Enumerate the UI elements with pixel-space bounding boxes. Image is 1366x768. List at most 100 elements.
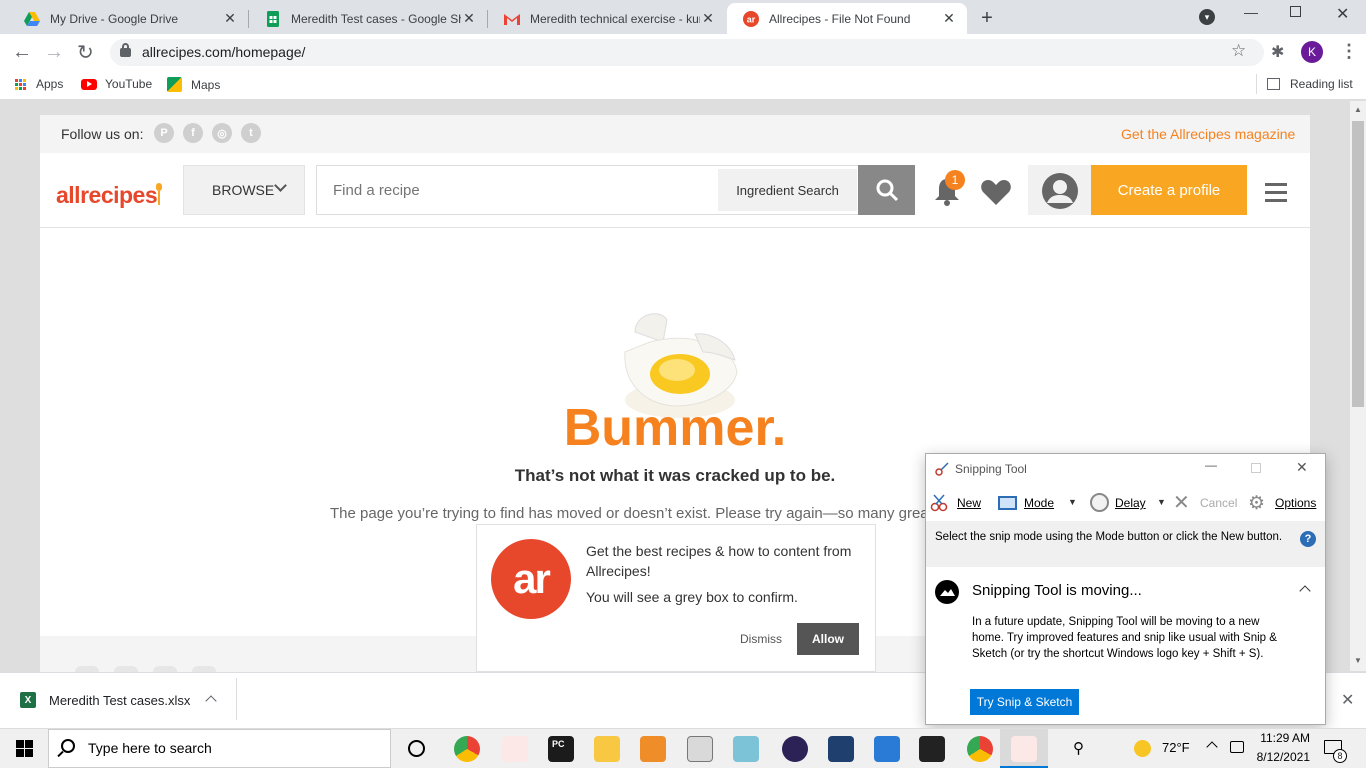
url-text[interactable]: allrecipes.com/homepage/ [142,44,305,60]
mode-icon [998,496,1017,510]
snipping-tool-icon [935,462,949,476]
page-scrollbar[interactable]: ▲ ▼ [1350,101,1366,671]
youtube-icon [81,78,97,90]
allrecipes-favicon-icon: ar [743,10,759,27]
calculator-icon[interactable] [687,736,713,762]
tab-title: Allrecipes - File Not Found [769,11,911,26]
file-explorer-icon[interactable] [594,736,620,762]
scroll-down-icon[interactable]: ▼ [1354,656,1362,665]
allrecipes-ar-logo: ar [491,539,571,619]
clock-time[interactable]: 11:29 AM [1254,731,1310,745]
close-tab-icon[interactable]: ✕ [700,10,716,27]
reading-list-button[interactable]: Reading list [1267,77,1353,91]
new-snip-icon [930,494,948,512]
terminal-icon[interactable] [919,736,945,762]
google-sheets-icon [265,10,281,27]
cortana-icon[interactable] [408,740,425,757]
close-download-bar-icon[interactable]: ✕ [1341,690,1354,710]
mode-dropdown-icon[interactable]: ▼ [1068,497,1077,507]
video-editor-icon[interactable] [828,736,854,762]
instagram-icon[interactable]: ◎ [212,123,232,143]
snip-minimize-icon[interactable]: — [1205,458,1217,472]
media-player-icon[interactable] [640,736,666,762]
minimize-window-icon[interactable]: — [1244,4,1258,20]
taskbar-search-placeholder: Type here to search [88,740,212,756]
bookmark-apps[interactable]: Apps [15,77,63,91]
search-button[interactable] [858,165,915,215]
close-tab-icon[interactable]: ✕ [941,10,957,27]
bookmark-maps[interactable]: Maps [167,77,220,92]
battery-icon[interactable] [1230,741,1244,753]
close-tab-icon[interactable]: ✕ [461,10,477,27]
delay-button[interactable]: Delay [1115,496,1146,510]
notification-count-badge: 8 [1333,749,1347,763]
hamburger-menu-icon[interactable] [1265,183,1287,202]
forward-icon[interactable]: → [44,41,64,64]
snip-window-title: Snipping Tool [955,462,1027,476]
browser-menu-icon[interactable]: ⋮ [1340,41,1358,62]
extensions-icon[interactable]: ✱ [1271,42,1284,62]
facebook-icon[interactable]: f [183,123,203,143]
scrollbar-thumb[interactable] [1352,121,1364,407]
download-filename[interactable]: Meredith Test cases.xlsx [49,693,190,708]
delay-clock-icon [1090,493,1109,512]
favorites-heart-icon[interactable] [980,178,1012,206]
bookmark-label: YouTube [105,77,153,91]
delay-dropdown-icon[interactable]: ▼ [1157,497,1166,507]
weather-temperature[interactable]: 72°F [1162,740,1190,755]
pycharm-icon[interactable]: PC [548,736,574,762]
eclipse-icon[interactable] [782,736,808,762]
reload-icon[interactable]: ↻ [77,40,94,65]
photos-icon[interactable] [874,736,900,762]
profile-avatar[interactable]: K [1301,41,1323,63]
error-title: Bummer. [563,399,787,457]
pinterest-icon[interactable]: P [154,123,174,143]
options-button[interactable]: Options [1275,496,1316,510]
excel-file-icon: X [20,692,36,708]
new-tab-button[interactable]: + [977,7,997,30]
twitter-icon[interactable]: t [241,123,261,143]
new-snip-button[interactable]: New [957,496,981,510]
people-icon[interactable]: ⚲ [1073,739,1084,757]
allow-button[interactable]: Allow [797,623,859,655]
tab-gmail[interactable]: Meredith technical exercise - kun ✕ [488,3,726,34]
clock-date[interactable]: 8/12/2021 [1254,750,1310,764]
snip-close-icon[interactable]: ✕ [1296,459,1308,476]
scroll-up-icon[interactable]: ▲ [1354,105,1362,114]
close-tab-icon[interactable]: ✕ [222,10,238,27]
options-gear-icon: ⚙ [1248,493,1266,514]
tab-google-sheets[interactable]: Meredith Test cases - Google She ✕ [249,3,487,34]
dismiss-button[interactable]: Dismiss [740,632,782,646]
apps-grid-icon [15,78,26,90]
tab-allrecipes[interactable]: ar Allrecipes - File Not Found ✕ [727,3,967,34]
tab-search-icon[interactable]: ▾ [1199,9,1215,25]
snip-instructions: Select the snip mode using the Mode butt… [935,531,1283,543]
allrecipes-logo[interactable]: allrecipes [56,182,158,209]
snipping-tool-taskbar-icon[interactable] [502,736,528,762]
notice-title: Snipping Tool is moving... [972,582,1142,599]
bookmark-youtube[interactable]: YouTube [81,77,152,91]
chrome-profile-icon[interactable] [967,736,993,762]
cancel-button: Cancel [1200,496,1238,510]
back-icon[interactable]: ← [12,41,32,64]
weather-sun-icon[interactable] [1134,740,1151,757]
magazine-link[interactable]: Get the Allrecipes magazine [1121,126,1295,142]
close-window-icon[interactable]: ✕ [1336,4,1349,24]
maps-icon [167,77,182,92]
notification-badge: 1 [945,170,965,190]
tab-title: Meredith technical exercise - kun [530,11,700,26]
restore-window-icon[interactable] [1290,6,1301,17]
bookmark-star-icon[interactable]: ☆ [1231,41,1246,61]
tab-google-drive[interactable]: My Drive - Google Drive ✕ [8,3,248,34]
try-snip-sketch-button[interactable]: Try Snip & Sketch [970,689,1079,715]
search-icon [876,179,898,202]
popup-message: Get the best recipes & how to content fr… [586,543,852,579]
windows-start-icon[interactable] [16,740,33,757]
chrome-icon[interactable] [454,736,480,762]
mode-button[interactable]: Mode [1024,496,1054,510]
ingredient-search-button[interactable]: Ingredient Search [718,169,857,211]
help-icon[interactable]: ? [1300,531,1316,547]
create-profile-button[interactable]: Create a profile [1091,165,1247,215]
popup-confirm-note: You will see a grey box to confirm. [586,589,798,605]
notes-app-icon[interactable] [733,736,759,762]
